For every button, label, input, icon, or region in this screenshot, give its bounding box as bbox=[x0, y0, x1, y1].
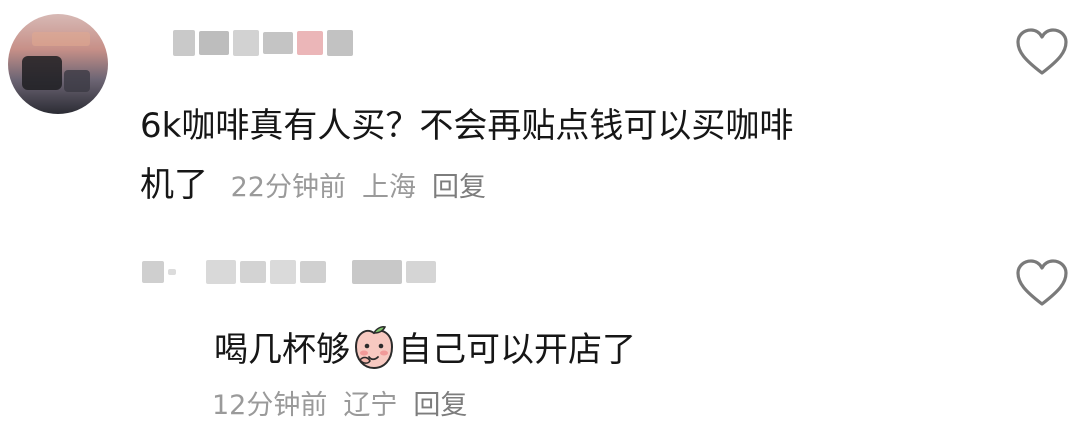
reply-text-after: 自己可以开店了 bbox=[398, 330, 636, 370]
comment-location: 上海 bbox=[361, 172, 416, 203]
username-blurred[interactable] bbox=[142, 260, 436, 284]
reply-comment-text: 喝几杯够 自己可以开店了 bbox=[214, 324, 636, 376]
heart-outline-icon[interactable] bbox=[1015, 258, 1069, 308]
comment-time: 12分钟前 bbox=[212, 390, 328, 421]
comment-location: 辽宁 bbox=[343, 390, 398, 421]
comment-time: 22分钟前 bbox=[230, 172, 346, 203]
avatar[interactable] bbox=[8, 14, 108, 114]
comment-text: 6k咖啡真有人买？不会再贴点钱可以买咖啡 bbox=[140, 106, 794, 146]
heart-outline-icon[interactable] bbox=[1015, 27, 1069, 77]
comment-text-line2: 机了 bbox=[140, 165, 208, 205]
reply-button[interactable]: 回复 bbox=[432, 172, 486, 203]
username-blurred[interactable] bbox=[173, 30, 353, 56]
comment-list: 6k咖啡真有人买？不会再贴点钱可以买咖啡 机了 22分钟前 上海 回复 喝几杯够 自… bbox=[0, 0, 1080, 434]
reply-text-before: 喝几杯够 bbox=[214, 330, 350, 370]
comment-text-continued: 机了 22分钟前 上海 回复 bbox=[140, 159, 502, 214]
reply-meta: 12分钟前 辽宁 回复 bbox=[212, 383, 483, 422]
peach-emoji-icon bbox=[354, 326, 394, 370]
reply-button[interactable]: 回复 bbox=[413, 390, 467, 421]
